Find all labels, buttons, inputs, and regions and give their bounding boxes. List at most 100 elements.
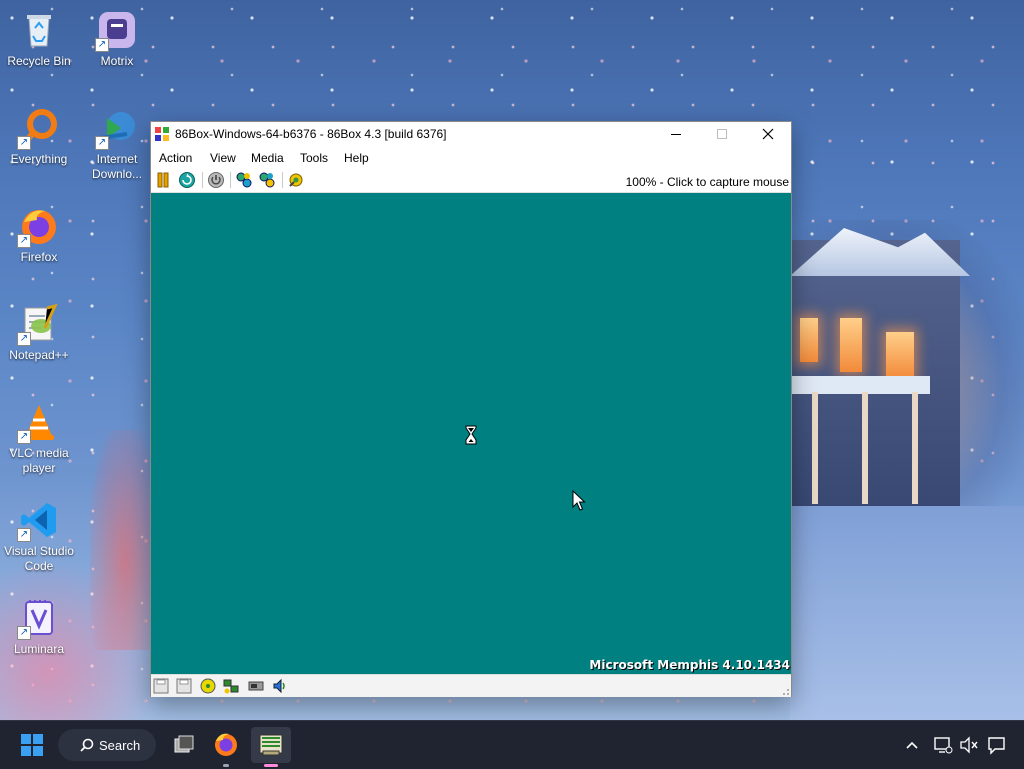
luminara-icon: ↗ xyxy=(17,598,59,640)
menu-media[interactable]: Media xyxy=(251,151,284,165)
taskbar-search[interactable]: Search xyxy=(58,729,156,761)
recycle-bin-icon xyxy=(19,10,59,50)
firefox-icon xyxy=(215,733,237,756)
task-view-icon xyxy=(174,735,194,753)
toolbar-separator xyxy=(202,172,203,188)
hourglass-cursor-icon xyxy=(465,425,477,445)
floppy-a-button[interactable] xyxy=(153,678,169,694)
minimize-icon xyxy=(671,134,681,135)
toolbar-separator xyxy=(282,172,283,188)
shortcut-arrow-icon: ↗ xyxy=(17,430,31,444)
desktop-icon-internet-download-manager[interactable]: ↗ Internet Downlo... xyxy=(78,108,156,182)
window-titlebar[interactable]: 86Box-Windows-64-b6376 - 86Box 4.3 [buil… xyxy=(151,122,791,146)
86box-icon xyxy=(259,734,283,756)
desktop-icon-label: Everything xyxy=(10,152,68,166)
pause-icon xyxy=(157,172,169,188)
search-label: Search xyxy=(99,738,141,753)
network-button[interactable] xyxy=(223,678,239,694)
minimize-button[interactable] xyxy=(653,122,699,146)
motrix-icon: ↗ xyxy=(95,10,137,52)
volume-button[interactable] xyxy=(958,727,980,763)
toolbar-separator xyxy=(230,172,231,188)
desktop-icon-notepad-plus-plus[interactable]: ↗ Notepad++ xyxy=(0,303,78,363)
status-bar xyxy=(151,674,791,697)
floppy-b-icon xyxy=(176,678,192,694)
emulator-screen[interactable]: Microsoft Memphis 4.10.1434 xyxy=(151,193,791,674)
taskbar-86box[interactable] xyxy=(251,727,291,767)
desktop-icon-vscode[interactable]: ↗ Visual Studio Code xyxy=(0,500,78,574)
power-button[interactable] xyxy=(207,171,225,189)
toolbar: 100% - Click to capture mouse xyxy=(151,168,791,193)
desktop-icon-everything[interactable]: ↗ Everything xyxy=(0,108,78,167)
ctrl-alt-esc-icon xyxy=(259,172,275,188)
search-icon xyxy=(80,738,94,752)
notifications-icon xyxy=(988,737,1005,755)
network-disconnected-icon xyxy=(934,737,953,754)
house-window xyxy=(886,332,914,378)
close-button[interactable] xyxy=(745,122,791,146)
vscode-icon: ↗ xyxy=(17,500,59,542)
volume-muted-icon xyxy=(960,736,978,754)
everything-icon: ↗ xyxy=(17,108,59,150)
close-icon xyxy=(762,128,774,140)
power-icon xyxy=(208,172,224,188)
floppy-a-icon xyxy=(153,678,169,694)
porch-post xyxy=(862,392,868,504)
settings-icon xyxy=(289,173,303,187)
pause-button[interactable] xyxy=(154,171,172,189)
resize-grip-icon[interactable] xyxy=(780,686,790,696)
notifications-button[interactable] xyxy=(986,727,1008,763)
chevron-up-icon xyxy=(906,741,918,749)
desktop-icon-label: Luminara xyxy=(13,642,65,656)
maximize-button[interactable] xyxy=(699,122,745,146)
shortcut-arrow-icon: ↗ xyxy=(17,136,31,150)
notepad-plus-plus-icon: ↗ xyxy=(17,303,59,346)
wallpaper-porch-roof xyxy=(790,376,930,394)
hard-reset-icon xyxy=(179,172,195,188)
menu-view[interactable]: View xyxy=(210,151,236,165)
desktop-icon-luminara[interactable]: ↗ Luminara xyxy=(0,598,78,657)
taskbar-firefox[interactable] xyxy=(208,727,244,767)
sound-button[interactable] xyxy=(272,678,288,694)
os-build-banner: Microsoft Memphis 4.10.1434 xyxy=(589,658,790,672)
86box-window[interactable]: 86Box-Windows-64-b6376 - 86Box 4.3 [buil… xyxy=(150,121,792,697)
menu-help[interactable]: Help xyxy=(344,151,369,165)
porch-post xyxy=(912,392,918,504)
desktop-icon-vlc[interactable]: ↗ VLC media player xyxy=(0,402,78,476)
shortcut-arrow-icon: ↗ xyxy=(95,38,109,52)
menu-tools[interactable]: Tools xyxy=(300,151,328,165)
house-window xyxy=(840,318,862,372)
hard-reset-button[interactable] xyxy=(178,171,196,189)
task-view-button[interactable] xyxy=(166,727,202,763)
settings-button[interactable] xyxy=(287,171,305,189)
running-indicator xyxy=(223,764,229,767)
network-icon xyxy=(223,679,239,694)
desktop-icon-label: Firefox xyxy=(20,250,58,264)
desktop-icon-label: Visual Studio Code xyxy=(4,544,74,573)
desktop-icon-motrix[interactable]: ↗ Motrix xyxy=(78,10,156,69)
mouse-pointer-icon xyxy=(572,490,586,511)
firefox-icon: ↗ xyxy=(17,206,59,248)
desktop-icon-recycle-bin[interactable]: Recycle Bin xyxy=(0,10,78,69)
86box-app-icon xyxy=(154,126,170,142)
start-button[interactable] xyxy=(14,727,50,763)
window-title: 86Box-Windows-64-b6376 - 86Box 4.3 [buil… xyxy=(175,127,447,141)
desktop-icon-firefox[interactable]: ↗ Firefox xyxy=(0,206,78,265)
desktop-icon-label: VLC media player xyxy=(9,446,69,475)
taskbar: Search xyxy=(0,720,1024,769)
porch-post xyxy=(812,392,818,504)
desktop-icon-label: Recycle Bin xyxy=(7,54,71,68)
shortcut-arrow-icon: ↗ xyxy=(95,136,109,150)
floppy-b-button[interactable] xyxy=(176,678,192,694)
shortcut-arrow-icon: ↗ xyxy=(17,332,31,346)
network-status-button[interactable] xyxy=(932,727,954,763)
vlc-icon: ↗ xyxy=(17,402,59,444)
cdrom-button[interactable] xyxy=(200,678,216,694)
house-window xyxy=(800,318,818,362)
show-hidden-icons-button[interactable] xyxy=(900,727,924,763)
hdd-button[interactable] xyxy=(248,678,264,694)
menu-action[interactable]: Action xyxy=(159,151,192,165)
ctrl-alt-del-button[interactable] xyxy=(235,171,253,189)
ctrl-alt-esc-button[interactable] xyxy=(258,171,276,189)
capture-mouse-status[interactable]: 100% - Click to capture mouse xyxy=(626,175,789,189)
